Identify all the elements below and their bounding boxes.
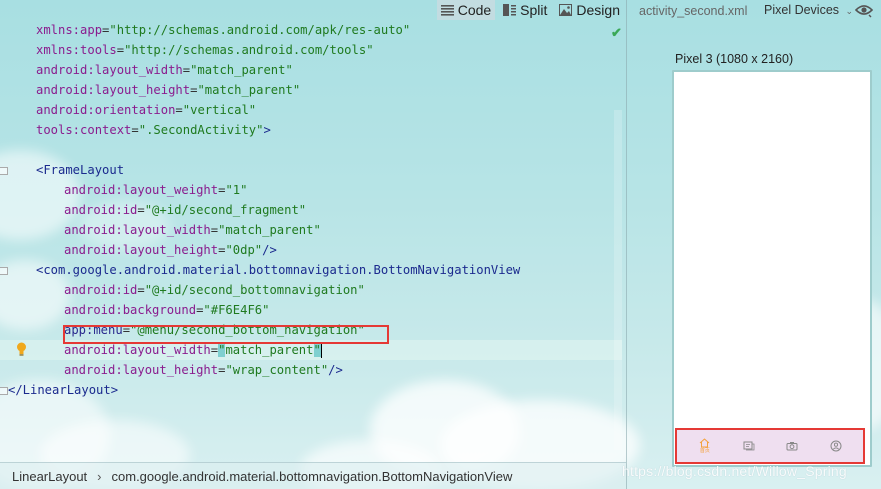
code-token: tools:context	[36, 123, 132, 137]
menu-attribute-highlight	[63, 325, 389, 344]
code-token: android:layout_width	[64, 223, 211, 237]
code-line: xmlns:tools="http://schemas.android.com/…	[36, 40, 374, 60]
code-token: "match_parent"	[197, 83, 301, 97]
chevron-down-icon: ⌄	[845, 6, 854, 16]
code-line: xmlns:app="http://schemas.android.com/ap…	[36, 20, 410, 40]
code-line: <com.google.android.material.bottomnavig…	[36, 260, 520, 280]
editor-scrollbar[interactable]	[614, 110, 622, 450]
code-token: xmlns:tools	[36, 43, 117, 57]
device-select-label: Pixel Devices	[764, 3, 840, 17]
code-token: =	[116, 43, 125, 57]
code-token: =	[182, 63, 191, 77]
code-token: android:orientation	[36, 103, 176, 117]
code-token: >	[263, 123, 271, 137]
breadcrumb-item-linearlayout[interactable]: LinearLayout	[12, 469, 87, 484]
code-token: =	[210, 223, 219, 237]
code-token: "http://schemas.android.com/tools"	[124, 43, 374, 57]
fold-marker[interactable]	[0, 167, 8, 175]
code-token: "1"	[225, 183, 248, 197]
code-token: android:layout_weight	[64, 183, 219, 197]
bottom-nav-highlight	[675, 428, 865, 464]
code-token: </LinearLayout>	[8, 383, 119, 397]
code-token: "@+id/second_bottomnavigation"	[144, 283, 365, 297]
code-line: android:layout_height="match_parent"	[36, 80, 300, 100]
view-mode-switcher: Code Split Design	[436, 0, 624, 20]
code-line: android:layout_width="match_parent"	[36, 60, 293, 80]
design-mode-button[interactable]: Design	[555, 0, 624, 20]
code-token: android:id	[64, 203, 138, 217]
no-problems-check-icon[interactable]: ✔	[611, 25, 622, 41]
code-line: android:orientation="vertical"	[36, 100, 256, 120]
code-token: android:layout_height	[64, 243, 219, 257]
code-editor[interactable]: xmlns:app = "http://schemas.android.com/ap…	[0, 20, 626, 462]
code-line: android:layout_height="wrap_content"/>	[64, 360, 343, 380]
code-token: "#F6E4F6"	[203, 303, 270, 317]
code-token: =	[137, 283, 145, 297]
lightbulb-icon[interactable]	[16, 342, 27, 356]
code-token: "0dp"	[225, 243, 263, 257]
code-token: android:layout_height	[64, 363, 219, 377]
eye-icon[interactable]	[855, 4, 873, 18]
split-mode-button[interactable]: Split	[499, 0, 551, 20]
breadcrumb-separator: ›	[97, 468, 102, 484]
code-line: tools:context=".SecondActivity">	[36, 120, 271, 140]
device-label: Pixel 3 (1080 x 2160)	[675, 52, 794, 66]
code-token: "match_parent"	[218, 223, 321, 237]
text-caret	[320, 343, 322, 358]
code-token: android:background	[64, 303, 197, 317]
breadcrumb-item-bottomnavigationview[interactable]: com.google.android.material.bottomnaviga…	[112, 469, 513, 484]
code-token: =	[210, 343, 219, 357]
fold-marker[interactable]	[0, 267, 8, 275]
code-token: <com.google.android.material.bottomnavig…	[36, 263, 521, 277]
code-token: />	[328, 363, 343, 377]
breadcrumb: LinearLayout › com.google.android.materi…	[0, 462, 626, 489]
code-line: android:layout_weight="1"	[64, 180, 247, 200]
code-token: android:layout_width	[36, 63, 183, 77]
image-icon	[559, 4, 573, 16]
code-token: =	[137, 203, 145, 217]
code-token: "vertical"	[182, 103, 257, 117]
code-lines-icon	[440, 5, 454, 16]
code-token: xmlns:app	[36, 23, 103, 37]
code-token: =	[175, 103, 183, 117]
editor-toolbar: Code Split Design	[0, 0, 626, 20]
code-line: android:id="@+id/second_fragment"	[64, 200, 306, 220]
file-tab-activity-second[interactable]: activity_second.xml	[627, 4, 747, 18]
code-token: "	[313, 343, 321, 357]
code-line: <FrameLayout	[36, 160, 124, 180]
code-line: android:layout_width="match_parent"	[64, 220, 321, 240]
split-view-icon	[503, 4, 517, 16]
code-line: android:id="@+id/second_bottomnavigation…	[64, 280, 365, 300]
code-line: </LinearLayout>	[8, 380, 118, 400]
code-token: />	[262, 243, 277, 257]
code-token: ".SecondActivity"	[138, 123, 264, 137]
code-line: android:layout_height="0dp"/>	[64, 240, 277, 260]
code-token: "match_parent"	[190, 63, 293, 77]
code-token: =	[131, 123, 139, 137]
code-token: android:id	[64, 283, 138, 297]
fold-marker[interactable]	[0, 387, 8, 395]
code-token: android:layout_width	[64, 343, 211, 357]
code-token: "http://schemas.android.com/apk/res-auto…	[109, 23, 411, 37]
code-mode-label: Code	[457, 2, 492, 18]
code-token: "wrap_content"	[225, 363, 329, 377]
phone-preview-screen[interactable]	[672, 70, 872, 467]
code-token: android:layout_height	[36, 83, 191, 97]
code-token: match_parent	[225, 343, 314, 357]
design-mode-label: Design	[576, 2, 620, 18]
watermark-text: https://blog.csdn.net/Willow_Spring	[622, 463, 847, 479]
code-mode-button[interactable]: Code	[436, 0, 496, 20]
device-select[interactable]: Pixel Devices ⌄	[764, 3, 853, 17]
code-token: "@+id/second_fragment"	[144, 203, 307, 217]
code-line: android:background="#F6E4F6"	[64, 300, 269, 320]
split-mode-label: Split	[520, 2, 548, 18]
code-token: <FrameLayout	[36, 163, 125, 177]
panel-divider[interactable]	[626, 0, 627, 489]
